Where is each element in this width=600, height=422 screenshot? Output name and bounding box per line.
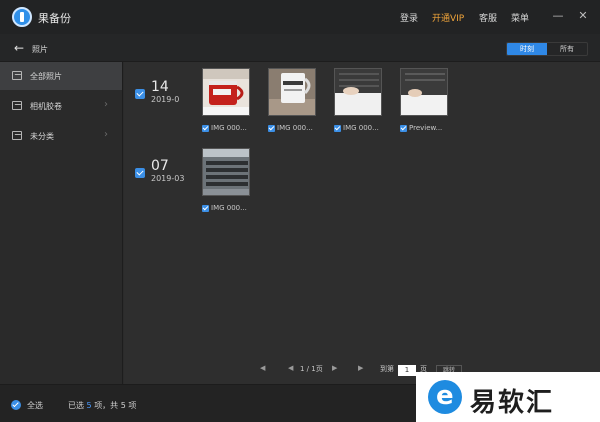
selected-count: 5 xyxy=(86,401,92,410)
select-all-label[interactable]: 全选 xyxy=(27,400,43,411)
chevron-right-icon: › xyxy=(104,99,108,110)
photo-thumbnail[interactable] xyxy=(268,68,316,116)
sidebar-item-all-photos[interactable]: 全部照片 xyxy=(0,62,122,90)
photo-thumbnail[interactable] xyxy=(400,68,448,116)
tab-time[interactable]: 时刻 xyxy=(507,43,547,55)
sidebar: 全部照片 相机胶卷 › 未分类 › xyxy=(0,62,123,384)
photo-grid: 14 2019-0 IMG 000... IMG 000... IMG 000.… xyxy=(124,62,600,384)
photo-caption: IMG 000... xyxy=(211,204,247,212)
page-info: 1 / 1页 xyxy=(300,365,323,373)
vip-link[interactable]: 开通VIP xyxy=(432,11,464,24)
photo-thumbnail[interactable] xyxy=(334,68,382,116)
group-year-month: 2019-03 xyxy=(151,174,185,183)
page-number-input[interactable]: 1 xyxy=(398,365,416,376)
sidebar-item-label: 相机胶卷 xyxy=(30,102,62,111)
close-button[interactable]: ✕ xyxy=(576,9,590,23)
photo-thumbnail[interactable] xyxy=(202,148,250,196)
sub-header: ← 照片 时刻 所有 xyxy=(0,34,600,62)
photo-icon xyxy=(12,101,22,110)
group-year-month: 2019-0 xyxy=(151,95,180,104)
first-page-icon[interactable]: ◀ xyxy=(260,364,265,372)
back-arrow-icon[interactable]: ← xyxy=(14,42,24,54)
minimize-button[interactable]: — xyxy=(551,9,565,23)
group-checkbox[interactable] xyxy=(135,89,145,99)
group-day: 07 xyxy=(151,158,169,174)
sidebar-item-camera-roll[interactable]: 相机胶卷 › xyxy=(0,92,122,120)
prev-page-icon[interactable]: ◀ xyxy=(288,364,293,372)
selected-mid: 项，共 xyxy=(94,401,119,410)
app-title: 果备份 xyxy=(38,12,71,25)
photo-checkbox[interactable] xyxy=(400,125,407,132)
tab-all[interactable]: 所有 xyxy=(547,43,587,55)
view-toggle: 时刻 所有 xyxy=(506,42,588,56)
select-all-checkbox[interactable] xyxy=(11,400,21,410)
chevron-right-icon: › xyxy=(104,129,108,140)
service-link[interactable]: 客服 xyxy=(479,11,497,24)
next-page-icon[interactable]: ▶ xyxy=(332,364,337,372)
photo-checkbox[interactable] xyxy=(202,205,209,212)
photo-thumbnail[interactable] xyxy=(202,68,250,116)
title-bar: 果备份 登录 开通VIP 客服 菜单 — ✕ xyxy=(0,0,600,34)
photo-icon xyxy=(12,71,22,80)
last-page-icon[interactable]: ▶ xyxy=(358,364,363,372)
menu-link[interactable]: 菜单 xyxy=(511,11,529,24)
sidebar-item-uncategorized[interactable]: 未分类 › xyxy=(0,122,122,150)
goto-label: 到第 xyxy=(380,365,394,373)
photo-caption: Preview... xyxy=(409,124,443,132)
photo-checkbox[interactable] xyxy=(202,125,209,132)
photo-checkbox[interactable] xyxy=(268,125,275,132)
watermark: 易软汇 xyxy=(416,372,600,422)
page-title: 照片 xyxy=(32,45,48,54)
sidebar-item-label: 未分类 xyxy=(30,132,54,141)
photo-icon xyxy=(12,131,22,140)
selected-prefix: 已选 xyxy=(68,401,84,410)
selected-suffix: 项 xyxy=(128,401,137,410)
photo-checkbox[interactable] xyxy=(334,125,341,132)
total-count: 5 xyxy=(120,401,126,410)
watermark-text: 易软汇 xyxy=(470,388,555,418)
photo-caption: IMG 000... xyxy=(277,124,313,132)
photo-caption: IMG 000... xyxy=(211,124,247,132)
group-checkbox[interactable] xyxy=(135,168,145,178)
sidebar-item-label: 全部照片 xyxy=(30,72,62,81)
watermark-logo-icon xyxy=(428,380,462,414)
app-logo-icon xyxy=(12,7,32,27)
selection-status: 已选 5 项，共 5 项 xyxy=(68,400,136,411)
login-link[interactable]: 登录 xyxy=(400,11,418,24)
photo-caption: IMG 000... xyxy=(343,124,379,132)
group-day: 14 xyxy=(151,79,169,95)
